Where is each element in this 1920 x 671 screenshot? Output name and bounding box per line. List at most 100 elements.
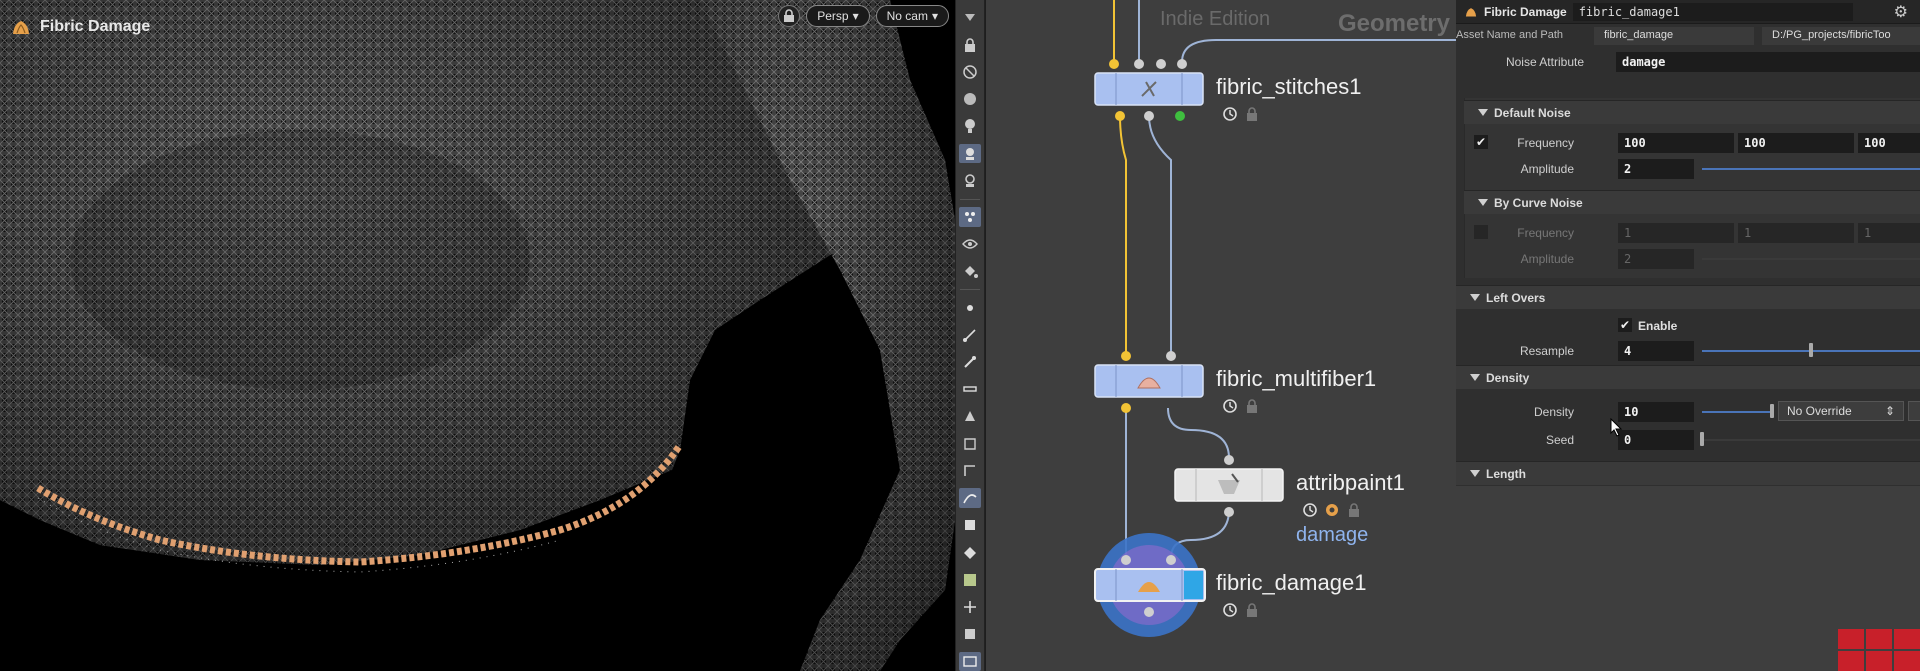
eye-icon bbox=[962, 239, 978, 249]
point-tool-button[interactable] bbox=[959, 298, 981, 317]
density-override-menu[interactable]: No Override ⇕ bbox=[1778, 401, 1904, 421]
swatch[interactable] bbox=[1838, 651, 1864, 671]
camera-lock-button[interactable] bbox=[778, 5, 801, 27]
node-label: fibric_stitches1 bbox=[1216, 74, 1362, 99]
paint-bucket-icon bbox=[965, 266, 978, 279]
frequency-y-field[interactable]: 100 bbox=[1738, 133, 1854, 153]
brush-tool-button[interactable] bbox=[959, 352, 981, 371]
length-folder[interactable]: Length bbox=[1456, 461, 1920, 485]
amplitude-field[interactable]: 2 bbox=[1618, 159, 1694, 179]
render-tool-button[interactable] bbox=[959, 651, 981, 671]
corner-tool-button[interactable] bbox=[959, 461, 981, 480]
curve-amplitude-field[interactable]: 2 bbox=[1618, 249, 1694, 269]
toolbar-menu-button[interactable] bbox=[959, 8, 981, 27]
asset-row: Asset Name and Path fibric_damage D:/PG_… bbox=[1456, 25, 1920, 47]
seed-slider-handle[interactable] bbox=[1700, 432, 1704, 446]
node-fibric-damage[interactable] bbox=[1094, 533, 1206, 637]
frequency-z-field[interactable]: 100 bbox=[1858, 133, 1920, 153]
curve-frequency-x-field[interactable]: 1 bbox=[1618, 223, 1734, 243]
measure-tool-button[interactable] bbox=[959, 380, 981, 399]
folder-expanded-icon bbox=[1470, 374, 1480, 381]
default-noise-folder[interactable]: Default Noise bbox=[1464, 100, 1920, 124]
left-overs-folder[interactable]: Left Overs bbox=[1456, 285, 1920, 309]
curve-amplitude-label: Amplitude bbox=[1520, 252, 1574, 266]
transform-tool-button[interactable] bbox=[959, 597, 981, 616]
noise-attribute-field[interactable]: damage bbox=[1616, 52, 1920, 72]
curve-frequency-z-field[interactable]: 1 bbox=[1858, 223, 1920, 243]
curve-frequency-y-field[interactable]: 1 bbox=[1738, 223, 1854, 243]
paint-tool-button[interactable] bbox=[959, 262, 981, 281]
amplitude-slider[interactable] bbox=[1702, 168, 1920, 170]
box-tool-button[interactable] bbox=[959, 516, 981, 535]
view-tool-button[interactable] bbox=[959, 235, 981, 254]
snap-tool-button[interactable] bbox=[959, 171, 981, 190]
gear-icon[interactable]: ⚙ bbox=[1894, 2, 1908, 22]
wire-tool-button[interactable] bbox=[959, 488, 981, 508]
square-tool-button[interactable] bbox=[959, 625, 981, 644]
display-options-icon bbox=[966, 147, 974, 160]
frequency-label: Frequency bbox=[1517, 136, 1574, 150]
by-curve-noise-folder[interactable]: By Curve Noise bbox=[1464, 190, 1920, 214]
swatch[interactable] bbox=[1894, 651, 1920, 671]
swatch[interactable] bbox=[1866, 651, 1892, 671]
snap-icon bbox=[965, 174, 975, 187]
by-curve-noise-toggle[interactable] bbox=[1474, 225, 1488, 239]
seed-field[interactable]: 0 bbox=[1618, 430, 1694, 450]
density-extra-menu[interactable] bbox=[1908, 401, 1920, 421]
brush-icon bbox=[964, 355, 976, 368]
ghost-tool-button[interactable] bbox=[959, 62, 981, 81]
node-label: fibric_multifiber1 bbox=[1216, 366, 1377, 391]
node-fibric-stitches[interactable] bbox=[1094, 59, 1204, 121]
resample-label: Resample bbox=[1519, 344, 1574, 358]
display-tool-button[interactable] bbox=[959, 144, 981, 164]
default-noise-toggle[interactable]: ✔ bbox=[1474, 135, 1488, 149]
wire-icon bbox=[963, 494, 977, 504]
persp-menu[interactable]: Persp ▾ bbox=[806, 5, 870, 27]
node-connectors bbox=[1121, 555, 1176, 617]
network-editor[interactable]: Indie Edition Geometry fibric_stitches1 … bbox=[986, 0, 1456, 671]
asset-path-field[interactable]: D:/PG_projects/fibricToo bbox=[1762, 27, 1920, 45]
swatch[interactable] bbox=[1866, 629, 1892, 649]
diamond-tool-button[interactable] bbox=[959, 543, 981, 562]
select-tool-button[interactable] bbox=[959, 207, 981, 227]
density-slider[interactable] bbox=[1702, 411, 1770, 413]
resample-field[interactable]: 4 bbox=[1618, 341, 1694, 361]
edge-tool-button[interactable] bbox=[959, 325, 981, 344]
box-icon bbox=[965, 520, 975, 531]
asset-path-value: D:/PG_projects/fibricToo bbox=[1772, 29, 1891, 41]
asset-name-field[interactable]: fibric_damage bbox=[1594, 27, 1754, 45]
lock-tool-button[interactable] bbox=[959, 35, 981, 54]
scene-viewport[interactable]: Fibric Damage Persp ▾ No cam ▾ bbox=[0, 0, 955, 671]
swatch[interactable] bbox=[1838, 629, 1864, 649]
sphere-tool-button[interactable] bbox=[959, 90, 981, 109]
node-name-field[interactable]: fibric_damage1 bbox=[1572, 2, 1853, 21]
camera-menu[interactable]: No cam ▾ bbox=[875, 5, 949, 27]
cloth-mesh bbox=[0, 0, 955, 671]
node-fibric-multifiber[interactable] bbox=[1094, 351, 1204, 413]
density-slider-handle[interactable] bbox=[1770, 404, 1774, 418]
shelf-tool-button[interactable] bbox=[959, 434, 981, 453]
swatch[interactable] bbox=[1894, 629, 1920, 649]
density-field[interactable]: 10 bbox=[1618, 402, 1694, 422]
density-folder[interactable]: Density bbox=[1456, 365, 1920, 389]
extrude-icon bbox=[965, 411, 975, 422]
noise-attribute-label: Noise Attribute bbox=[1505, 55, 1584, 69]
chevron-down-icon bbox=[965, 13, 975, 21]
clock-icon bbox=[1303, 503, 1317, 517]
extrude-tool-button[interactable] bbox=[959, 407, 981, 426]
frequency-x-field[interactable]: 100 bbox=[1618, 133, 1734, 153]
grid-tool-button[interactable] bbox=[959, 570, 981, 589]
lock-icon bbox=[784, 9, 795, 22]
node-flags bbox=[1222, 398, 1260, 414]
enable-checkbox[interactable]: ✔ bbox=[1618, 318, 1632, 332]
light-tool-button[interactable] bbox=[959, 117, 981, 136]
folder-label: Length bbox=[1486, 466, 1526, 481]
resample-slider-handle[interactable] bbox=[1809, 343, 1813, 357]
curve-amplitude-slider[interactable] bbox=[1702, 258, 1920, 260]
houdini-window: Fibric Damage Persp ▾ No cam ▾ Indie Edi… bbox=[0, 0, 1920, 671]
cook-gear-icon bbox=[1326, 504, 1338, 516]
seed-slider[interactable] bbox=[1702, 439, 1920, 441]
lock-icon bbox=[1247, 603, 1257, 617]
parameter-panel: Fibric Damage fibric_damage1 ⚙ Asset Nam… bbox=[1456, 0, 1920, 671]
ghost-icon bbox=[963, 65, 977, 79]
